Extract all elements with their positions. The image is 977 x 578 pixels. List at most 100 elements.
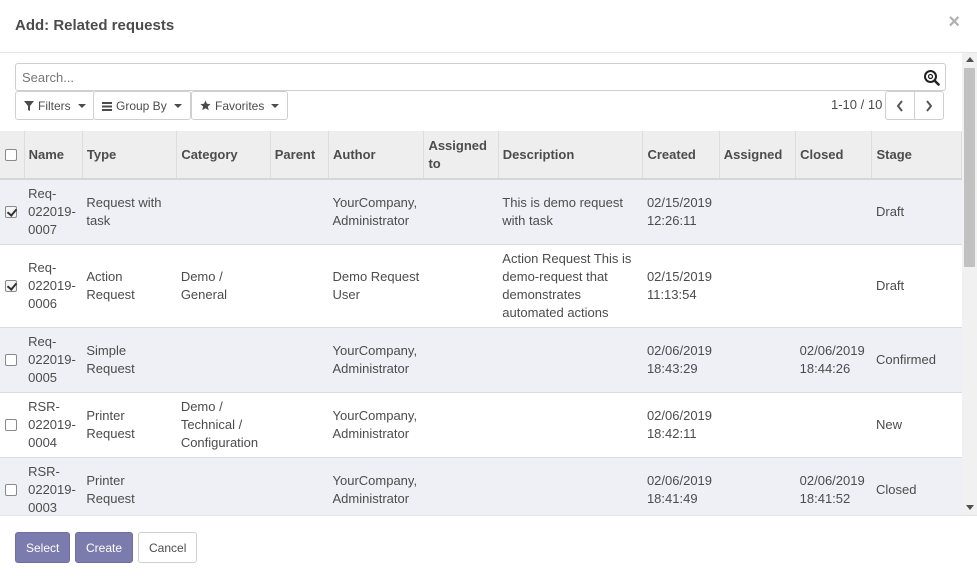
header-stage[interactable]: Stage (871, 131, 962, 180)
cell-closed (795, 244, 872, 328)
cell-assigned-to (423, 327, 499, 393)
cell-name: RSR-022019-0004 (24, 392, 83, 458)
cell-description (498, 327, 643, 393)
cell-description (498, 392, 643, 458)
row-select-cell (0, 392, 25, 458)
caret-down-icon (173, 103, 182, 108)
cell-created: 02/15/2019 12:26:11 (642, 179, 720, 245)
cell-author: YourCompany, Administrator (328, 392, 424, 458)
row-checkbox[interactable] (5, 280, 17, 293)
close-icon[interactable]: × (948, 11, 960, 34)
cell-closed (795, 179, 872, 245)
cell-type: Printer Request (82, 457, 177, 515)
row-select-cell (0, 244, 25, 328)
header-created[interactable]: Created (642, 131, 720, 180)
favorites-button[interactable]: Favorites (191, 91, 289, 120)
cell-assigned-to (423, 179, 499, 245)
cell-created: 02/06/2019 18:42:11 (642, 392, 720, 458)
cell-category: Demo / Technical / Configuration (176, 392, 271, 458)
filters-label: Filters (38, 98, 71, 113)
select-all-header (0, 131, 25, 180)
chevron-right-icon (926, 99, 933, 112)
filters-button[interactable]: Filters (15, 91, 95, 120)
cell-assigned (719, 457, 796, 515)
chevron-left-icon (896, 99, 903, 112)
cell-description: Action Request This is demo-request that… (498, 244, 643, 328)
cell-name: Req-022019-0006 (24, 244, 83, 328)
scroll-down-arrow-icon[interactable] (966, 505, 974, 510)
dialog-title: Add: Related requests (15, 17, 175, 34)
cancel-button[interactable]: Cancel (138, 532, 198, 563)
table-row[interactable]: RSR-022019-0004 Printer Request Demo / T… (0, 392, 962, 458)
caret-down-icon (77, 103, 86, 108)
select-button[interactable]: Select (15, 532, 71, 563)
cell-created: 02/06/2019 18:43:29 (642, 327, 720, 393)
cell-assigned (719, 392, 796, 458)
header-description[interactable]: Description (498, 131, 644, 180)
cell-type: Simple Request (82, 327, 177, 393)
table-row[interactable]: Req-022019-0007 Request with task YourCo… (0, 179, 962, 245)
cell-category: Demo / General (176, 244, 271, 328)
cell-stage: New (871, 392, 962, 458)
row-checkbox[interactable] (5, 354, 17, 367)
cell-parent (270, 244, 329, 328)
cell-description (498, 457, 643, 515)
header-author[interactable]: Author (328, 131, 425, 180)
search-input[interactable] (16, 64, 916, 90)
cell-category (176, 457, 271, 515)
cell-category (176, 327, 271, 393)
header-assigned-to[interactable]: Assigned to (423, 131, 499, 180)
cell-category (176, 179, 271, 245)
dialog-footer: Select Create Cancel (0, 515, 977, 578)
group-by-button[interactable]: Group By (93, 91, 191, 120)
vertical-scrollbar[interactable] (962, 53, 977, 515)
cell-parent (270, 392, 329, 458)
dialog-header: Add: Related requests × (0, 0, 977, 53)
cell-parent (270, 327, 329, 393)
cell-stage: Confirmed (871, 327, 962, 393)
favorites-label: Favorites (215, 98, 265, 113)
row-select-cell (0, 457, 25, 515)
row-select-cell (0, 179, 25, 245)
pager-previous-button[interactable] (885, 91, 915, 120)
cell-author: YourCompany, Administrator (328, 457, 424, 515)
records-table: Name Type Category Parent Author Assigne… (0, 131, 962, 515)
cell-parent (270, 179, 329, 245)
row-select-cell (0, 327, 25, 393)
cell-assigned-to (423, 457, 499, 515)
cell-assigned (719, 244, 796, 328)
header-parent[interactable]: Parent (270, 131, 330, 180)
cell-author: Demo Request User (328, 244, 424, 328)
cell-parent (270, 457, 329, 515)
header-closed[interactable]: Closed (795, 131, 873, 180)
cell-name: Req-022019-0005 (24, 327, 83, 393)
cell-closed: 02/06/2019 18:44:26 (795, 327, 872, 393)
header-category[interactable]: Category (176, 131, 271, 180)
cell-stage: Draft (871, 179, 962, 245)
cell-closed (795, 392, 872, 458)
header-name[interactable]: Name (24, 131, 83, 180)
table-row[interactable]: Req-022019-0006 Action Request Demo / Ge… (0, 244, 962, 328)
cell-type: Action Request (82, 244, 177, 328)
select-all-checkbox[interactable] (5, 149, 17, 162)
pager-next-button[interactable] (914, 91, 944, 120)
row-checkbox[interactable] (5, 484, 17, 497)
header-type[interactable]: Type (82, 131, 178, 180)
scrollbar-thumb[interactable] (964, 68, 975, 267)
row-checkbox[interactable] (5, 419, 17, 432)
cell-stage: Closed (871, 457, 962, 515)
row-checkbox[interactable] (5, 206, 17, 219)
star-icon (200, 100, 211, 111)
create-button[interactable]: Create (75, 532, 134, 563)
table-row[interactable]: RSR-022019-0003 Printer Request YourComp… (0, 457, 962, 515)
search-icon[interactable] (923, 69, 940, 86)
scroll-up-arrow-icon[interactable] (966, 57, 974, 62)
table-row[interactable]: Req-022019-0005 Simple Request YourCompa… (0, 327, 962, 393)
cell-assigned (719, 327, 796, 393)
header-assigned[interactable]: Assigned (719, 131, 797, 180)
cell-name: RSR-022019-0003 (24, 457, 83, 515)
filter-icon (24, 100, 34, 111)
bars-icon (102, 101, 112, 111)
cell-type: Printer Request (82, 392, 177, 458)
pager-value[interactable]: 1-10 / 10 (831, 97, 882, 112)
